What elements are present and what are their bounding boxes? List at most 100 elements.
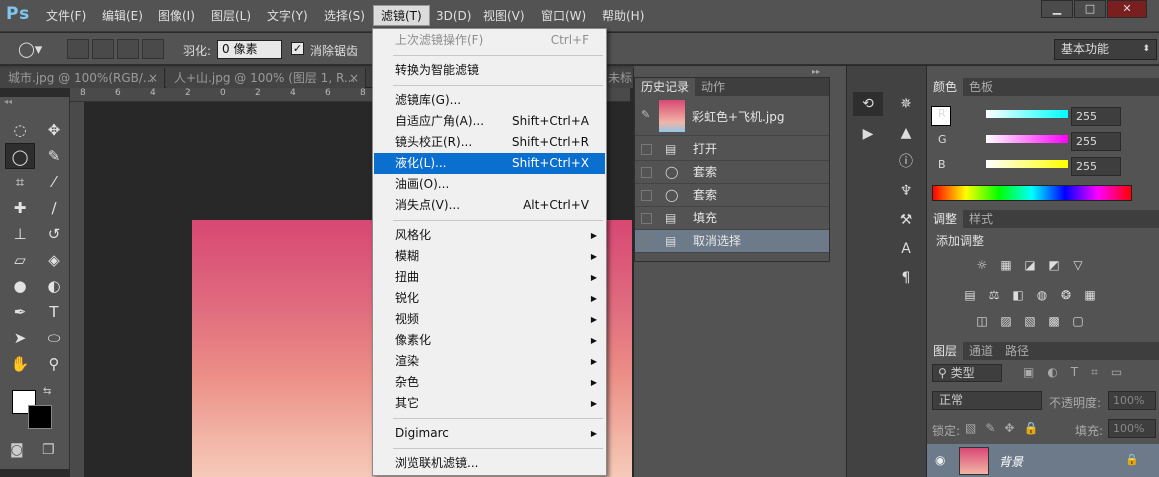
- actions-panel-icon[interactable]: ▶: [853, 122, 883, 146]
- invert-icon[interactable]: ◫: [973, 314, 991, 328]
- lasso-tool-preset-icon[interactable]: ◯▾: [18, 40, 42, 58]
- menu-type[interactable]: 文字(Y): [260, 6, 315, 27]
- doc-tab-city[interactable]: 城市.jpg @ 100%(RGB/... ×: [0, 68, 165, 88]
- hand-tool-icon[interactable]: ✋: [5, 351, 35, 377]
- green-value[interactable]: 255: [1071, 132, 1121, 151]
- photo-filter-icon[interactable]: ◍: [1033, 288, 1051, 302]
- layer-filter-icons[interactable]: ▣◐T⌗▭: [1023, 365, 1135, 380]
- exposure-icon[interactable]: ◩: [1045, 258, 1063, 272]
- quick-mask-icon[interactable]: ◙: [10, 442, 24, 458]
- menu-select[interactable]: 选择(S): [317, 6, 372, 27]
- menu-filter[interactable]: 滤镜(T): [373, 5, 430, 26]
- menu-item-vanishing-point[interactable]: 消失点(V)... Alt+Ctrl+V: [374, 195, 605, 216]
- posterize-icon[interactable]: ▨: [997, 314, 1015, 328]
- history-item[interactable]: ◯ 套索: [635, 184, 829, 207]
- history-panel-icon[interactable]: ⟲: [853, 92, 883, 116]
- menu-item-adaptive-wide[interactable]: 自适应广角(A)... Shift+Ctrl+A: [374, 111, 605, 132]
- tab-color[interactable]: 颜色: [927, 78, 964, 96]
- tab-styles[interactable]: 样式: [963, 210, 999, 228]
- tab-paths[interactable]: 路径: [999, 342, 1035, 360]
- history-snapshot[interactable]: ✎ 彩虹色+飞机.jpg: [635, 96, 829, 136]
- tab-channels[interactable]: 通道: [963, 342, 999, 360]
- background-color-swatch[interactable]: [28, 405, 52, 429]
- red-value[interactable]: 255: [1071, 107, 1121, 126]
- menu-item-other[interactable]: 其它 ▶: [374, 393, 605, 414]
- ellipse-tool-icon[interactable]: ⬭: [39, 325, 69, 351]
- menu-file[interactable]: 文件(F): [39, 6, 93, 27]
- tab-layers[interactable]: 图层: [927, 342, 964, 360]
- menu-layer[interactable]: 图层(L): [204, 6, 258, 27]
- tab-adjustments[interactable]: 调整: [927, 210, 964, 228]
- layer-row-background[interactable]: ◉ 背景 🔒: [927, 444, 1159, 477]
- menu-item-noise[interactable]: 杂色 ▶: [374, 372, 605, 393]
- menu-help[interactable]: 帮助(H): [595, 6, 651, 27]
- menu-item-browse-online[interactable]: 浏览联机滤镜...: [374, 453, 605, 474]
- menu-window[interactable]: 窗口(W): [534, 6, 593, 27]
- selective-color-icon[interactable]: ▢: [1069, 314, 1087, 328]
- swap-colors-icon[interactable]: ⇆: [43, 386, 51, 397]
- menu-item-last-filter[interactable]: 上次滤镜操作(F) Ctrl+F: [374, 30, 605, 51]
- red-slider[interactable]: [986, 110, 1068, 118]
- history-item[interactable]: ▤ 取消选择: [635, 230, 829, 253]
- blue-value[interactable]: 255: [1071, 157, 1121, 176]
- screen-mode-icon[interactable]: ❐: [42, 442, 55, 458]
- opacity-input[interactable]: 100%: [1108, 391, 1156, 410]
- menu-edit[interactable]: 编辑(E): [95, 6, 150, 27]
- menu-item-video[interactable]: 视频 ▶: [374, 309, 605, 330]
- add-selection-icon[interactable]: [92, 39, 114, 59]
- brush-tool-icon[interactable]: ∕: [39, 195, 69, 221]
- workspace-select[interactable]: 基本功能 ⬍: [1054, 39, 1157, 60]
- marquee-tool-icon[interactable]: ◌: [5, 117, 35, 143]
- blend-mode-select[interactable]: 正常: [932, 391, 1042, 410]
- history-brush-tool-icon[interactable]: ↺: [39, 221, 69, 247]
- curves-icon[interactable]: ◪: [1021, 258, 1039, 272]
- layer-kind-filter[interactable]: ⚲ 类型: [932, 364, 1002, 382]
- brush-presets-icon[interactable]: ♆: [891, 179, 921, 203]
- hue-saturation-icon[interactable]: ▤: [961, 288, 979, 302]
- menu-item-distort[interactable]: 扭曲 ▶: [374, 267, 605, 288]
- histogram-icon[interactable]: ▲: [891, 121, 921, 145]
- menu-item-lens-correction[interactable]: 镜头校正(R)... Shift+Ctrl+R: [374, 132, 605, 153]
- lasso-tool-icon[interactable]: ◯: [5, 143, 35, 169]
- menu-item-digimarc[interactable]: Digimarc ▶: [374, 423, 605, 444]
- healing-brush-tool-icon[interactable]: ✚: [5, 195, 35, 221]
- menu-image[interactable]: 图像(I): [151, 6, 202, 27]
- character-icon[interactable]: A: [891, 237, 921, 261]
- blur-tool-icon[interactable]: ●: [5, 273, 35, 299]
- tab-swatches[interactable]: 色板: [963, 78, 999, 96]
- move-tool-icon[interactable]: ✥: [39, 117, 69, 143]
- menu-item-sharpen[interactable]: 锐化 ▶: [374, 288, 605, 309]
- green-slider[interactable]: [986, 135, 1068, 143]
- navigator-icon[interactable]: ✵: [891, 92, 921, 116]
- history-brush-icon[interactable]: ✎: [641, 108, 650, 121]
- subtract-selection-icon[interactable]: [117, 39, 139, 59]
- menu-item-render[interactable]: 渲染 ▶: [374, 351, 605, 372]
- menu-item-oil-paint[interactable]: 油画(O)...: [374, 174, 605, 195]
- tab-actions[interactable]: 动作: [695, 78, 731, 96]
- levels-icon[interactable]: ▦: [997, 258, 1015, 272]
- maximize-button[interactable]: □: [1074, 0, 1106, 18]
- menu-item-stylize[interactable]: 风格化 ▶: [374, 225, 605, 246]
- dodge-tool-icon[interactable]: ◐: [39, 273, 69, 299]
- eraser-tool-icon[interactable]: ▱: [5, 247, 35, 273]
- quick-select-tool-icon[interactable]: ✎: [39, 143, 69, 169]
- brightness-icon[interactable]: ☼: [973, 258, 991, 272]
- history-item[interactable]: ▤ 填充: [635, 207, 829, 230]
- blue-slider[interactable]: [986, 160, 1068, 168]
- clone-stamp-tool-icon[interactable]: ⊥: [5, 221, 35, 247]
- feather-input[interactable]: 0 像素: [217, 40, 282, 59]
- tab-history[interactable]: 历史记录: [635, 78, 696, 96]
- pen-tool-icon[interactable]: ✒: [5, 299, 35, 325]
- close-icon[interactable]: ×: [148, 68, 158, 88]
- close-button[interactable]: ✕: [1107, 0, 1147, 18]
- menu-3d[interactable]: 3D(D): [429, 6, 478, 27]
- menu-item-smart-filter[interactable]: 转换为智能滤镜: [374, 60, 605, 81]
- type-tool-icon[interactable]: T: [39, 299, 69, 325]
- intersect-selection-icon[interactable]: [142, 39, 164, 59]
- info-icon[interactable]: ⓘ: [891, 150, 921, 174]
- zoom-tool-icon[interactable]: ⚲: [39, 351, 69, 377]
- crop-tool-icon[interactable]: ⌗: [5, 169, 35, 195]
- lock-icons[interactable]: ▧✎✥🔒: [965, 421, 1047, 435]
- history-item[interactable]: ▤ 打开: [635, 138, 829, 161]
- menu-item-blur[interactable]: 模糊 ▶: [374, 246, 605, 267]
